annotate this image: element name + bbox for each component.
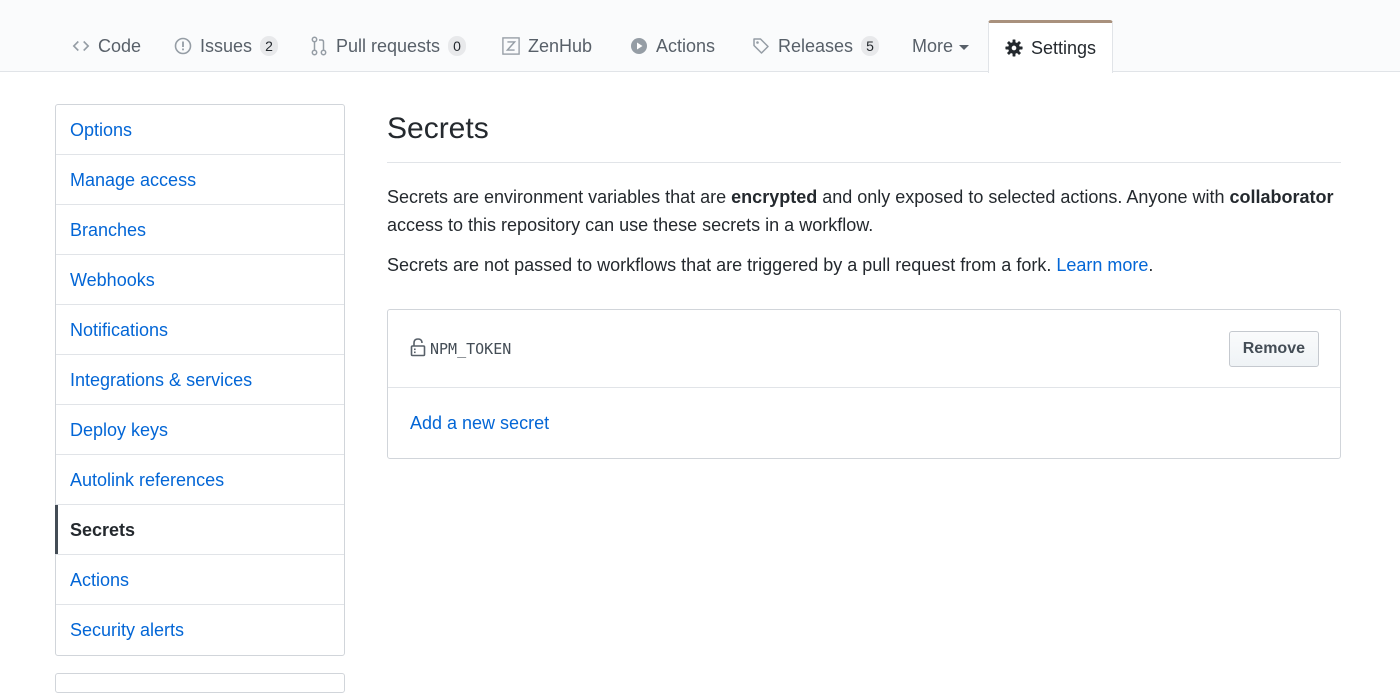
sidebar-item-options[interactable]: Options: [56, 105, 344, 155]
repo-nav: Code Issues 2 Pull requests 0 ZenHub Act…: [0, 0, 1400, 73]
tab-label: Actions: [656, 35, 716, 56]
tab-label: ZenHub: [528, 35, 593, 56]
sidebar-item-autolink-references[interactable]: Autolink references: [56, 455, 344, 505]
secondary-sidebar-box: [55, 673, 345, 693]
main-content: Secrets Secrets are environment variable…: [387, 104, 1341, 459]
sidebar-item-manage-access[interactable]: Manage access: [56, 155, 344, 205]
emphasis-collaborator: collaborator: [1229, 187, 1334, 207]
sidebar-item-webhooks[interactable]: Webhooks: [56, 255, 344, 305]
tab-label: More: [912, 35, 954, 56]
tab-settings[interactable]: Settings: [988, 20, 1114, 73]
sidebar-item-secrets[interactable]: Secrets: [55, 505, 344, 555]
pull-requests-counter: 0: [448, 36, 467, 56]
issues-counter: 2: [260, 36, 279, 56]
tab-label: Releases: [778, 35, 854, 56]
fork-notice: Secrets are not passed to workflows that…: [387, 255, 1154, 275]
zenhub-icon: [502, 37, 520, 55]
releases-counter: 5: [861, 36, 880, 56]
git-pull-request-icon: [310, 36, 328, 56]
tag-icon: [752, 37, 770, 55]
secrets-list: NPM_TOKEN Remove Add a new secret: [387, 309, 1341, 459]
page-title: Secrets: [387, 104, 1341, 163]
issue-icon: [174, 37, 192, 55]
sidebar-item-actions[interactable]: Actions: [56, 555, 344, 605]
learn-more-link[interactable]: Learn more: [1056, 255, 1148, 275]
sidebar-item-notifications[interactable]: Notifications: [56, 305, 344, 355]
secrets-description: Secrets are environment variables that a…: [387, 187, 1334, 235]
tab-label: Settings: [1031, 37, 1097, 58]
tab-issues[interactable]: Issues 2: [174, 20, 279, 72]
tab-label: Code: [98, 35, 142, 56]
add-new-secret-link[interactable]: Add a new secret: [410, 413, 549, 434]
sidebar-item-deploy-keys[interactable]: Deploy keys: [56, 405, 344, 455]
remove-secret-button[interactable]: Remove: [1228, 330, 1319, 367]
secret-name: NPM_TOKEN: [430, 339, 512, 358]
tab-releases[interactable]: Releases 5: [752, 20, 880, 72]
play-icon: [630, 37, 648, 55]
settings-sidebar: Options Manage access Branches Webhooks …: [55, 104, 345, 656]
tab-more[interactable]: More: [912, 20, 970, 72]
emphasis-encrypted: encrypted: [731, 187, 818, 207]
tab-zenhub[interactable]: ZenHub: [502, 20, 592, 72]
code-icon: [72, 37, 90, 55]
sidebar-item-security-alerts[interactable]: Security alerts: [56, 605, 344, 655]
caret-down-icon: [959, 44, 970, 50]
tab-pull-requests[interactable]: Pull requests 0: [310, 20, 467, 72]
lock-icon: [410, 337, 426, 361]
sidebar-item-integrations[interactable]: Integrations & services: [56, 355, 344, 405]
tab-label: Issues: [200, 35, 253, 56]
add-secret-row: Add a new secret: [388, 388, 1340, 458]
secret-row: NPM_TOKEN Remove: [388, 310, 1340, 388]
tab-actions[interactable]: Actions: [630, 20, 715, 72]
tab-code[interactable]: Code: [72, 20, 141, 72]
sidebar-item-branches[interactable]: Branches: [56, 205, 344, 255]
tab-label: Pull requests: [336, 35, 441, 56]
gear-icon: [1005, 39, 1023, 57]
